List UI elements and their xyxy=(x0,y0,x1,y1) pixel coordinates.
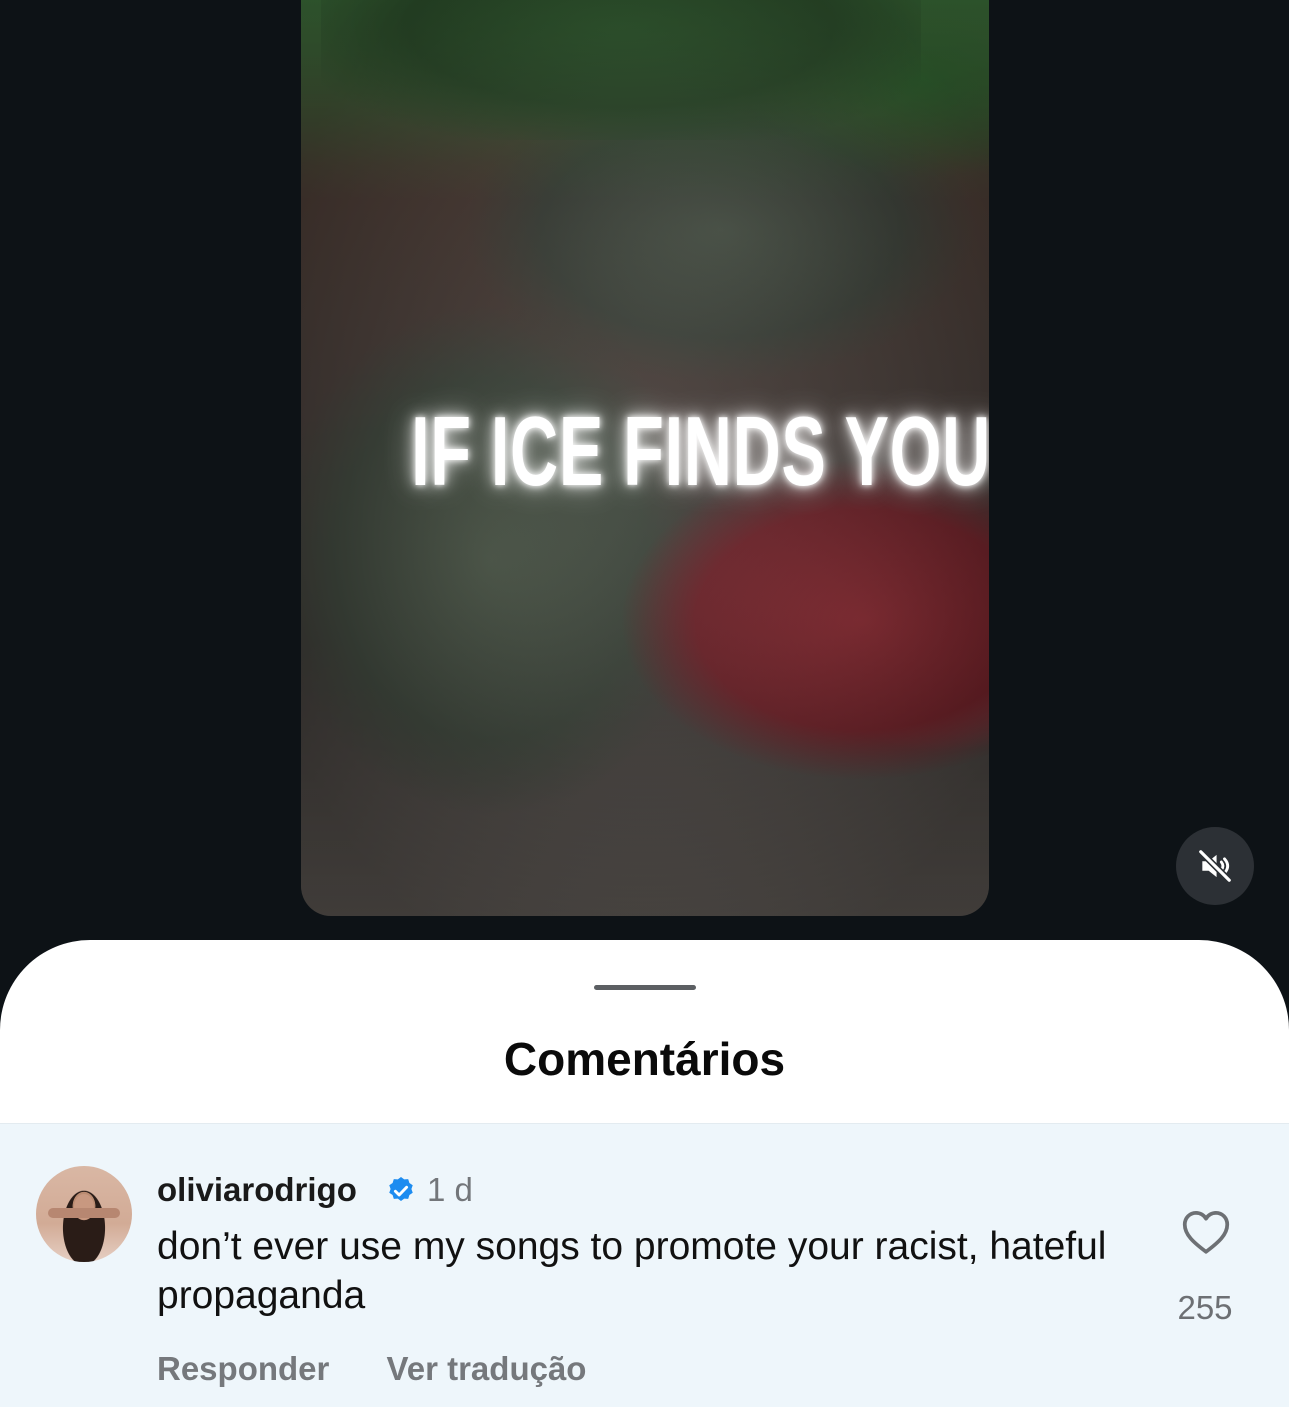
verified-badge-icon xyxy=(389,1177,413,1201)
translate-button[interactable]: Ver tradução xyxy=(387,1350,587,1387)
comments-sheet: Comentários oliviarodrigo 1 d don’t ever… xyxy=(0,940,1289,1407)
comment-text: don’t ever use my songs to promote your … xyxy=(157,1225,1107,1317)
mute-button[interactable] xyxy=(1176,827,1254,905)
comment-username[interactable]: oliviarodrigo xyxy=(157,1171,357,1209)
comment-actions: Responder Ver tradução xyxy=(157,1350,634,1388)
avatar-hands xyxy=(48,1208,120,1218)
comment-timestamp: 1 d xyxy=(427,1171,473,1208)
reel-video[interactable]: IF ICE FINDS YOU xyxy=(301,0,989,916)
heart-icon[interactable] xyxy=(1181,1209,1231,1255)
comments-title: Comentários xyxy=(503,1033,786,1085)
comment-item[interactable]: oliviarodrigo 1 d don’t ever use my song… xyxy=(0,1123,1289,1407)
video-overlay-text: IF ICE FINDS YOU xyxy=(411,396,989,506)
avatar[interactable] xyxy=(36,1166,132,1262)
speaker-muted-icon xyxy=(1197,848,1233,884)
sheet-drag-handle[interactable] xyxy=(594,985,696,990)
reply-button[interactable]: Responder xyxy=(157,1350,329,1387)
like-count: 255 xyxy=(1177,1289,1233,1326)
